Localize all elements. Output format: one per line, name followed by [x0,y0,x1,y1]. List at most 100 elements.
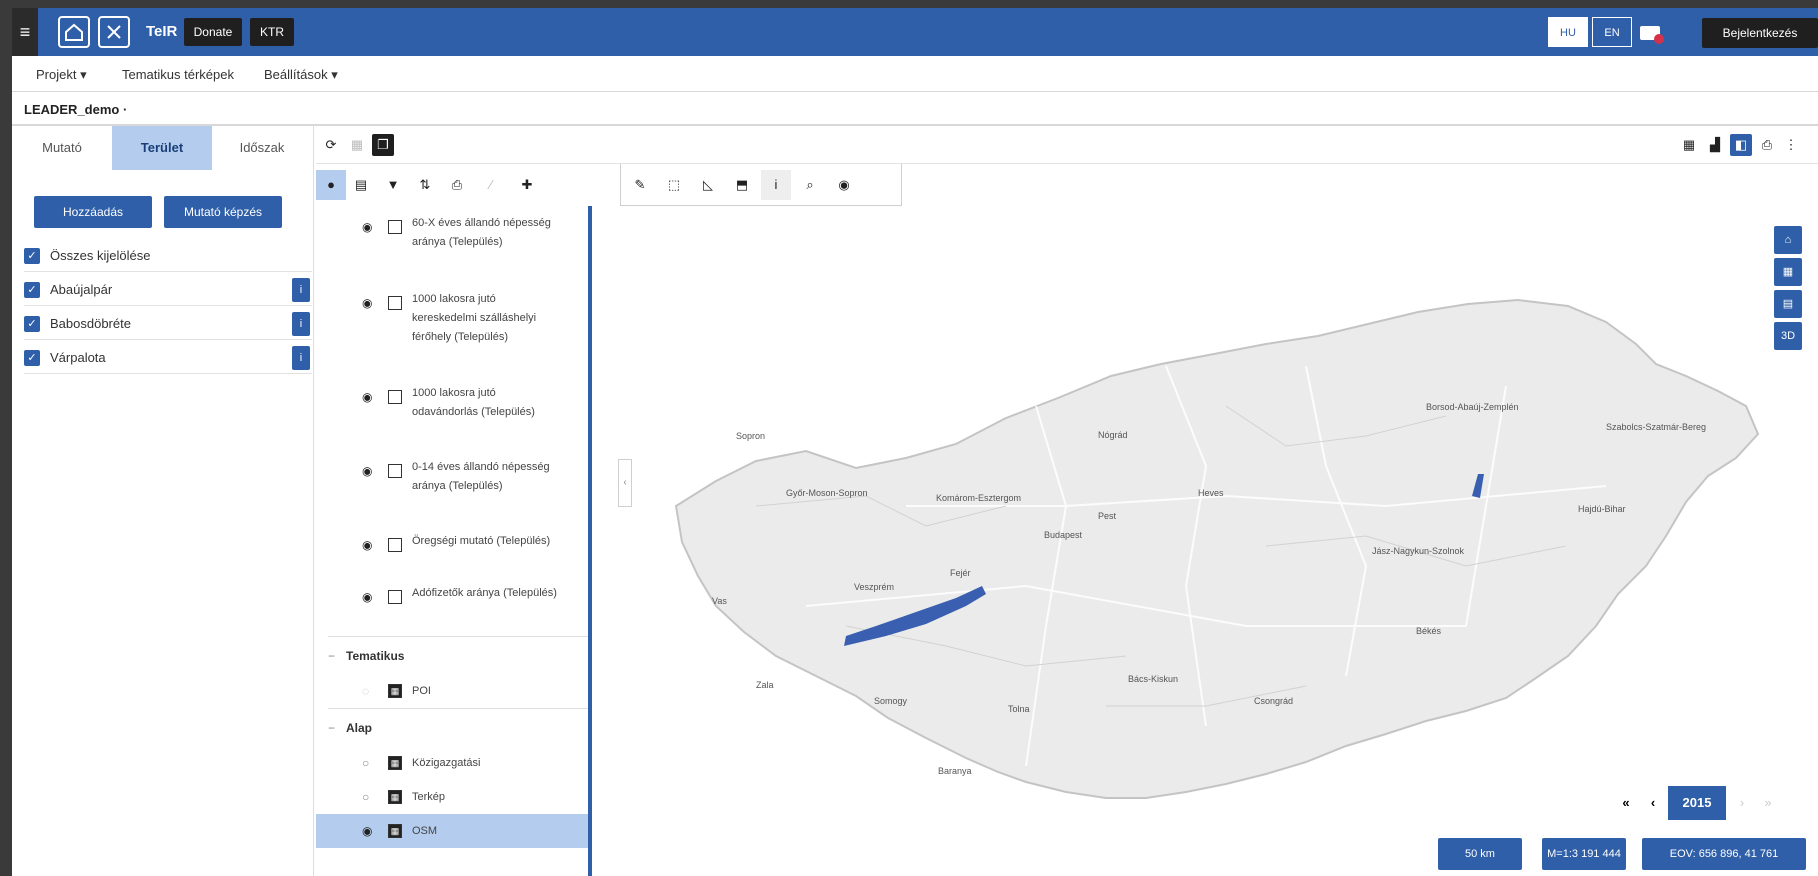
area-row[interactable]: ✓ Várpalota i [24,342,312,374]
sort-icon[interactable]: ⇅ [410,170,440,200]
info-icon[interactable]: i [292,346,310,370]
layer-item[interactable]: ◉ 0-14 éves állandó népesség aránya (Tel… [316,456,588,530]
year-display[interactable]: 2015 [1668,786,1726,820]
layer-item[interactable]: ◉ Adófizetők aránya (Település) [316,582,588,636]
home-icon[interactable] [58,16,90,48]
filter-icon[interactable]: ▼ [378,170,408,200]
pencil-icon[interactable]: ✎ [625,170,655,200]
map-label: Fejér [950,568,971,578]
tab-mutato[interactable]: Mutató [12,126,112,170]
layer-style-icon[interactable] [388,464,402,478]
layer-item[interactable]: ◉ Öregségi mutató (Település) [316,530,588,582]
base-layer-item[interactable]: ○ ▦ Terkép [316,780,588,814]
ktr-button[interactable]: KTR [250,18,294,46]
layer-item[interactable]: ◉ 1000 lakosra jutó kereskedelmi szállás… [316,286,588,382]
layer-style-icon[interactable]: ▦ [388,824,402,838]
map-canvas[interactable]: Sopron Győr-Moson-Sopron Komárom-Eszterg… [606,206,1818,876]
checkbox-icon[interactable]: ✓ [24,316,40,332]
radio-icon[interactable]: ○ [362,790,369,804]
map-label: Somogy [874,696,908,706]
login-button[interactable]: Bejelentkezés [1702,18,1818,48]
layer-group-tematikus[interactable]: − Tematikus [328,636,588,674]
eye-icon[interactable]: ◉ [362,538,372,552]
radio-icon[interactable]: ○ [362,756,369,770]
eye-icon[interactable]: ◉ [362,590,372,604]
eye-icon[interactable]: ◉ [362,296,372,310]
legend-icon[interactable]: ▤ [346,170,376,200]
layer-style-icon[interactable] [388,296,402,310]
view-eye-icon[interactable]: ◉ [829,170,859,200]
notification-flag-icon[interactable] [1640,26,1664,44]
menu-beallitasok[interactable]: Beállítások ▾ [264,67,338,83]
grid-icon[interactable]: ▦ [346,134,368,156]
donate-button[interactable]: Donate [184,18,242,46]
select-all-row[interactable]: ✓ Összes kijelölése [24,240,312,272]
refresh-icon[interactable]: ⟳ [320,134,342,156]
area-row[interactable]: ✓ Babosdöbréte i [24,308,312,340]
layer-style-icon[interactable] [388,538,402,552]
eye-off-icon[interactable]: ◌ [362,684,369,698]
group-label: Tematikus [346,649,405,663]
lang-hu-button[interactable]: HU [1548,17,1588,47]
checkbox-icon[interactable]: ✓ [24,282,40,298]
lang-en-button[interactable]: EN [1592,17,1632,47]
layer-item[interactable]: ◉ 60-X éves állandó népesség aránya (Tel… [316,206,588,286]
print-icon[interactable]: ⎙ [1756,134,1778,156]
measure-icon[interactable]: ◺ [693,170,723,200]
map-label: Pest [1098,511,1117,521]
tab-terulet[interactable]: Terület [112,126,212,170]
base-layer-item[interactable]: ○ ▦ Közigazgatási [316,746,588,780]
layer-style-icon[interactable]: ▦ [388,756,402,770]
layer-style-icon[interactable]: ▦ [388,684,402,698]
layer-style-icon[interactable] [388,220,402,234]
tab-idoszak[interactable]: Időszak [212,126,312,170]
layer-group-alap[interactable]: − Alap [328,708,588,746]
area-row[interactable]: ✓ Abaújalpár i [24,274,312,306]
collapse-icon[interactable]: − [328,709,346,747]
layers-icon[interactable]: ● [316,170,346,200]
map-layout-icon[interactable]: ▤ [1774,290,1802,318]
edit-area-icon[interactable]: ⬚ [659,170,689,200]
eye-icon[interactable]: ◉ [362,464,372,478]
table-icon[interactable]: ▦ [1678,134,1700,156]
layer-item[interactable]: ◌ ▦ POI [316,674,588,708]
menu-projekt[interactable]: Projekt ▾ [36,67,87,83]
indicator-create-button[interactable]: Mutató képzés [164,196,282,228]
map-home-icon[interactable]: ⌂ [1774,226,1802,254]
layer-style-icon[interactable] [388,390,402,404]
print-layer-icon[interactable]: ⎙ [442,170,472,200]
map-view-icon[interactable]: ◧ [1730,134,1752,156]
select-icon[interactable]: ⬒ [727,170,757,200]
eye-icon[interactable]: ◉ [362,220,372,234]
more-icon[interactable]: ⋮ [1780,134,1802,156]
layer-add-icon[interactable]: ✚ [512,170,542,200]
add-area-button[interactable]: Hozzáadás [34,196,152,228]
info-tool-icon[interactable]: i [761,170,791,200]
info-icon[interactable]: i [292,312,310,336]
chart-icon[interactable]: ▟ [1704,134,1726,156]
map-extent-icon[interactable]: ▦ [1774,258,1802,286]
collapse-icon[interactable]: − [328,637,346,675]
close-icon[interactable] [98,16,130,48]
map-3d-button[interactable]: 3D [1774,322,1802,350]
copy-icon[interactable]: ❐ [372,134,394,156]
checkbox-icon[interactable]: ✓ [24,248,40,264]
layer-item[interactable]: ◉ 1000 lakosra jutó odavándorlás (Telepü… [316,382,588,456]
prev-year-button[interactable]: ‹ [1640,786,1666,820]
last-year-button[interactable]: » [1756,786,1780,820]
radio-selected-icon[interactable]: ◉ [362,824,372,838]
info-icon[interactable]: i [292,278,310,302]
eye-icon[interactable]: ◉ [362,390,372,404]
map-svg[interactable] [606,206,1818,876]
project-name[interactable]: LEADER_demo · [24,102,127,117]
zoom-search-icon[interactable]: ⌕ [795,170,825,200]
layer-style-icon[interactable] [388,590,402,604]
base-layer-item[interactable]: ◉ ▦ OSM [316,814,588,848]
first-year-button[interactable]: « [1614,786,1638,820]
map-label: Komárom-Esztergom [936,493,1022,503]
next-year-button[interactable]: › [1730,786,1754,820]
layer-style-icon[interactable]: ▦ [388,790,402,804]
menu-tematikus[interactable]: Tematikus térképek [122,67,234,82]
checkbox-icon[interactable]: ✓ [24,350,40,366]
hamburger-menu-icon[interactable]: ≡ [12,8,38,56]
